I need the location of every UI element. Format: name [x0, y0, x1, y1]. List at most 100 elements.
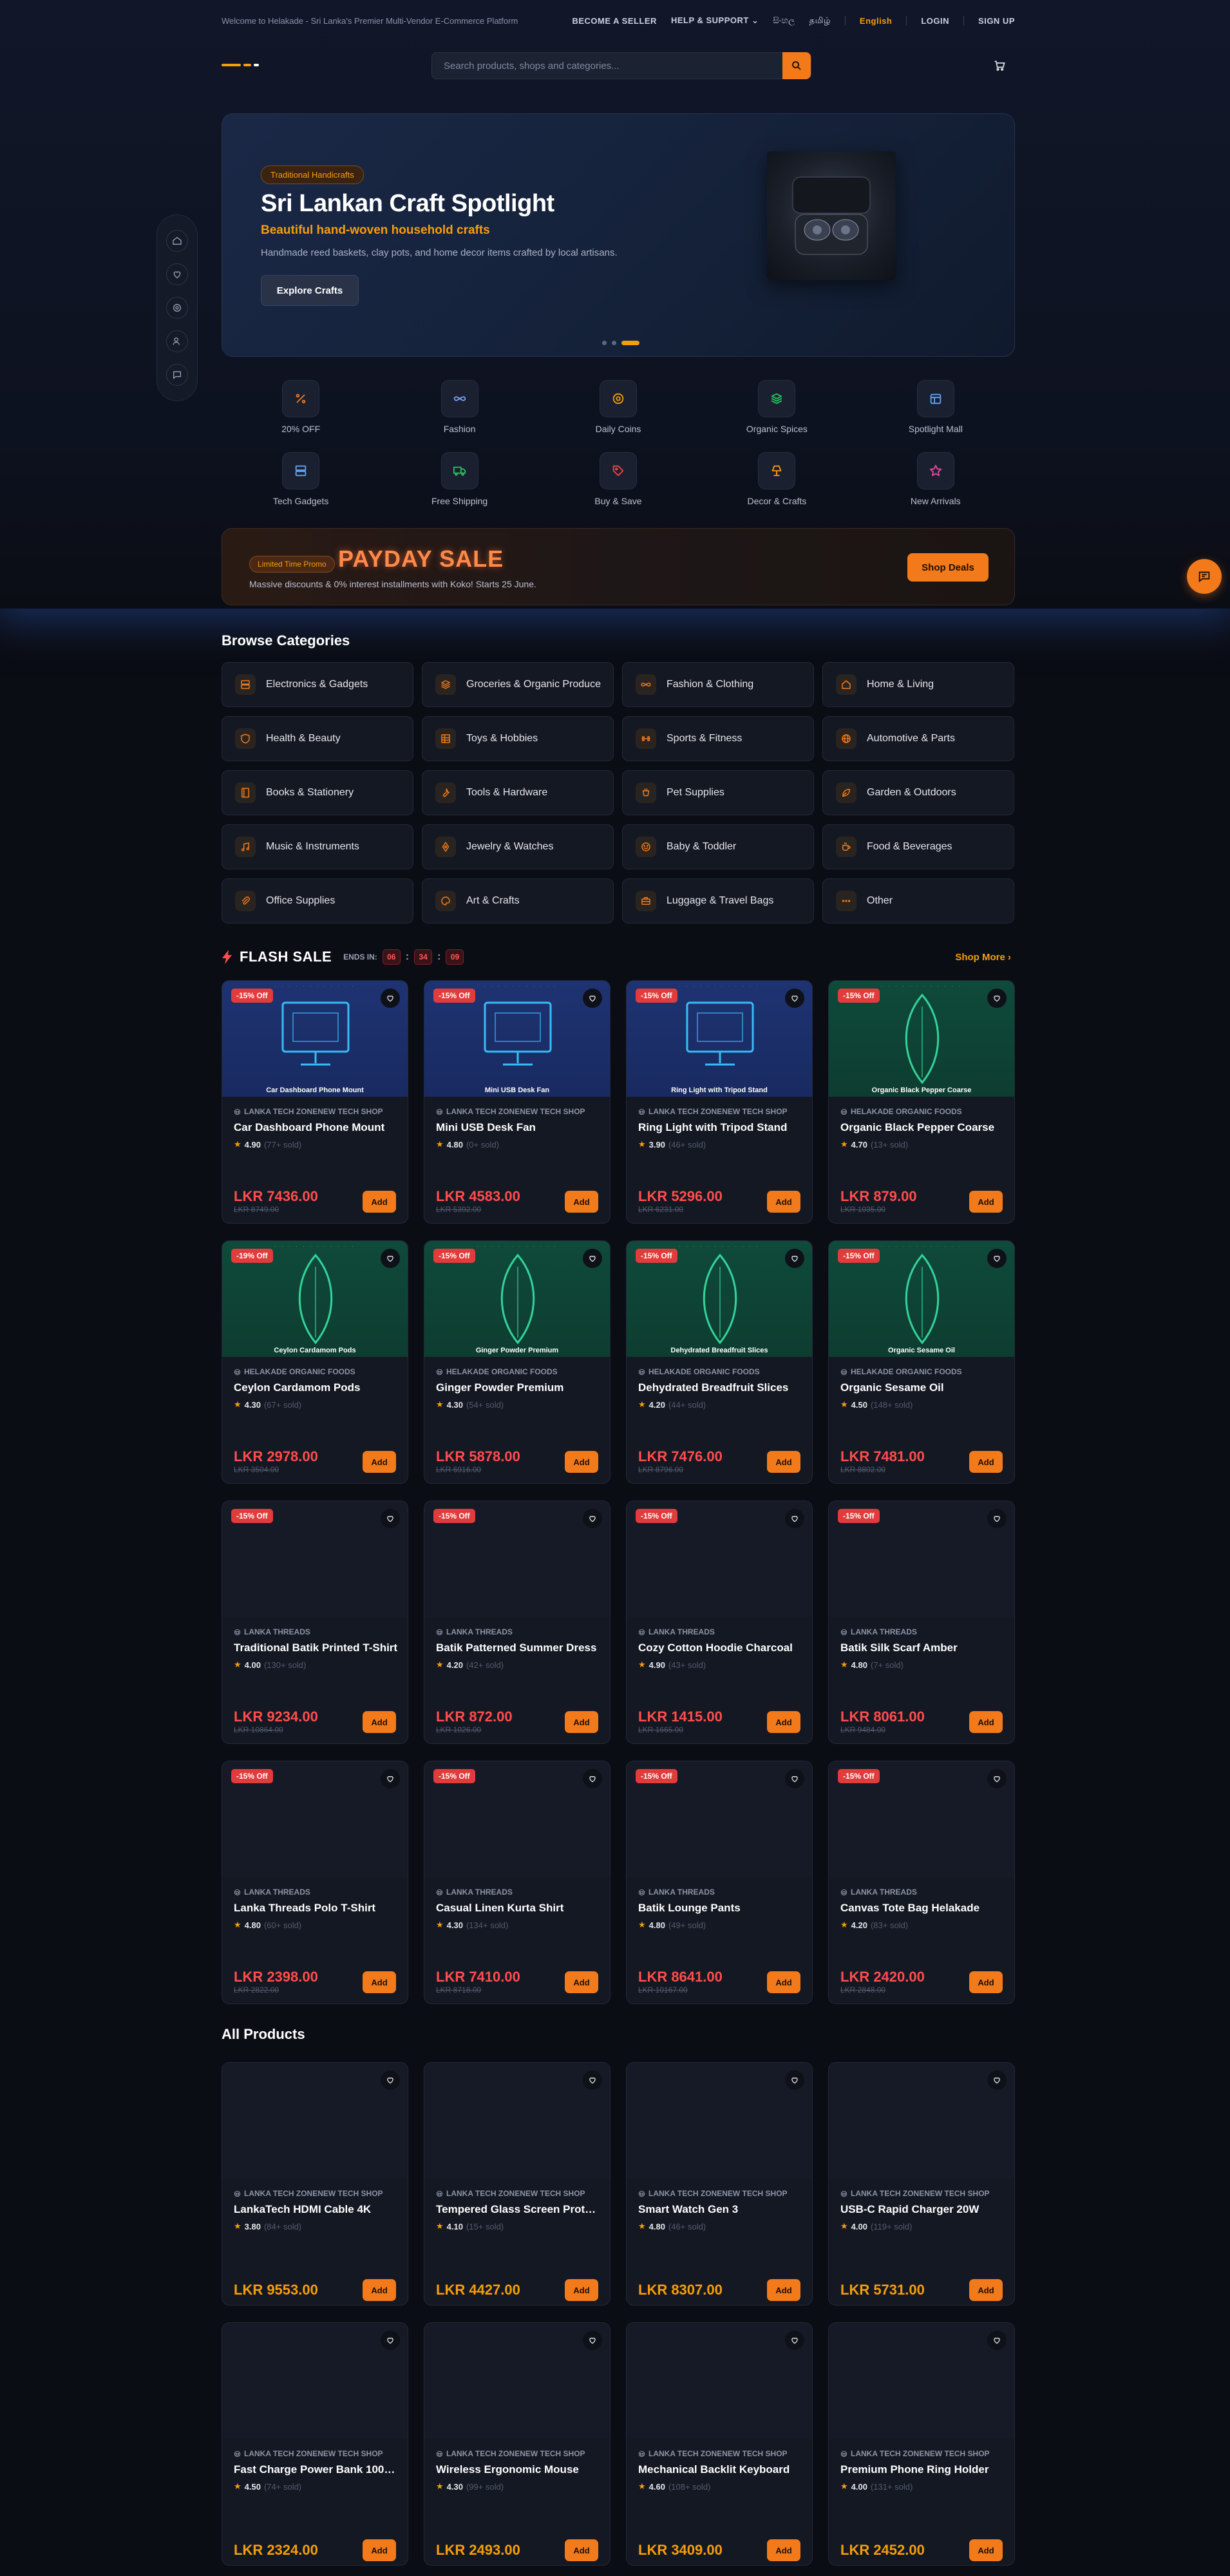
wishlist-button[interactable]: [583, 989, 602, 1008]
wishlist-button[interactable]: [381, 989, 400, 1008]
add-to-cart-button[interactable]: Add: [767, 1451, 800, 1473]
product-name[interactable]: Organic Sesame Oil: [840, 1381, 1005, 1394]
wishlist-button[interactable]: [785, 2331, 804, 2350]
search-button[interactable]: [782, 52, 811, 79]
product-image[interactable]: [829, 2323, 1014, 2439]
quick-link-free-shipping[interactable]: Free Shipping: [380, 452, 538, 509]
product-name[interactable]: Smart Watch Gen 3: [638, 2203, 803, 2216]
signup-link[interactable]: SIGN UP: [978, 16, 1015, 26]
quick-link-fashion[interactable]: Fashion: [380, 380, 538, 437]
shop-name[interactable]: LANKA TECH ZONENEW TECH SHOP: [234, 2449, 383, 2458]
add-to-cart-button[interactable]: Add: [969, 1711, 1003, 1733]
product-name[interactable]: Cozy Cotton Hoodie Charcoal: [638, 1642, 803, 1654]
add-to-cart-button[interactable]: Add: [767, 1971, 800, 1993]
shop-name[interactable]: LANKA THREADS: [638, 1888, 715, 1897]
shop-name[interactable]: LANKA TECH ZONENEW TECH SHOP: [638, 2449, 788, 2458]
carousel-dot[interactable]: [612, 341, 616, 345]
product-image[interactable]: [424, 2063, 610, 2179]
product-card[interactable]: · · · · · · · · · · · · Organic Sesame Oi…: [828, 1240, 1015, 1484]
product-card[interactable]: -15% Off LANKA THREADS Traditional Batik P…: [222, 1501, 408, 1744]
product-name[interactable]: Batik Lounge Pants: [638, 1902, 803, 1915]
product-card[interactable]: LANKA TECH ZONENEW TECH SHOP USB-C Rapid …: [828, 2062, 1015, 2306]
shop-name[interactable]: HELAKADE ORGANIC FOODS: [840, 1107, 962, 1116]
shop-name[interactable]: HELAKADE ORGANIC FOODS: [436, 1367, 558, 1376]
shop-name[interactable]: LANKA TECH ZONENEW TECH SHOP: [436, 2449, 585, 2458]
product-name[interactable]: Dehydrated Breadfruit Slices: [638, 1381, 803, 1394]
wishlist-button[interactable]: [987, 1509, 1007, 1528]
add-to-cart-button[interactable]: Add: [969, 2279, 1003, 2301]
add-to-cart-button[interactable]: Add: [363, 1451, 396, 1473]
product-card[interactable]: · · · · · · · · · · · · Car Dashboard Pho…: [222, 980, 408, 1224]
add-to-cart-button[interactable]: Add: [363, 2539, 396, 2561]
quick-link-tech-gadgets[interactable]: Tech Gadgets: [222, 452, 380, 509]
category-art-crafts[interactable]: Art & Crafts: [422, 878, 614, 923]
carousel-dot-active[interactable]: [621, 341, 639, 345]
wishlist-button[interactable]: [583, 2070, 602, 2090]
category-baby-toddler[interactable]: Baby & Toddler: [622, 824, 814, 869]
wishlist-button[interactable]: [381, 2070, 400, 2090]
add-to-cart-button[interactable]: Add: [565, 1711, 598, 1733]
product-name[interactable]: Car Dashboard Phone Mount: [234, 1121, 399, 1134]
product-card[interactable]: -15% Off LANKA THREADS Casual Linen Kurta …: [424, 1761, 610, 2004]
shop-name[interactable]: HELAKADE ORGANIC FOODS: [234, 1367, 355, 1376]
wishlist-button[interactable]: [381, 2331, 400, 2350]
category-food-beverages[interactable]: Food & Beverages: [822, 824, 1014, 869]
shop-name[interactable]: LANKA TECH ZONENEW TECH SHOP: [840, 2449, 990, 2458]
quick-link-new-arrivals[interactable]: New Arrivals: [856, 452, 1015, 509]
category-music-instruments[interactable]: Music & Instruments: [222, 824, 413, 869]
add-to-cart-button[interactable]: Add: [565, 1191, 598, 1213]
wishlist-button[interactable]: [381, 1769, 400, 1788]
side-wishlist-button[interactable]: [166, 263, 188, 285]
product-card[interactable]: · · · · · · · · · · · · Mini USB Desk Fan…: [424, 980, 610, 1224]
add-to-cart-button[interactable]: Add: [969, 1971, 1003, 1993]
explore-crafts-button[interactable]: Explore Crafts: [261, 275, 359, 306]
product-image[interactable]: [222, 2323, 408, 2439]
product-image[interactable]: [627, 2063, 812, 2179]
shop-name[interactable]: HELAKADE ORGANIC FOODS: [638, 1367, 760, 1376]
quick-link-spotlight-mall[interactable]: Spotlight Mall: [856, 380, 1015, 437]
category-luggage-travel-bags[interactable]: Luggage & Travel Bags: [622, 878, 814, 923]
product-name[interactable]: Tempered Glass Screen Protector: [436, 2203, 601, 2216]
category-fashion-clothing[interactable]: Fashion & Clothing: [622, 662, 814, 707]
wishlist-button[interactable]: [583, 1769, 602, 1788]
lang-sinhala[interactable]: සිංහල: [773, 15, 795, 26]
wishlist-button[interactable]: [785, 989, 804, 1008]
help-support-dropdown[interactable]: HELP & SUPPORT ⌄: [671, 15, 759, 26]
become-seller-link[interactable]: BECOME A SELLER: [572, 16, 657, 26]
product-name[interactable]: Ceylon Cardamom Pods: [234, 1381, 399, 1394]
product-name[interactable]: LankaTech HDMI Cable 4K: [234, 2203, 399, 2216]
product-card[interactable]: -15% Off LANKA THREADS Batik Lounge Pants ★…: [626, 1761, 813, 2004]
shop-name[interactable]: LANKA TECH ZONENEW TECH SHOP: [436, 2189, 585, 2198]
side-home-button[interactable]: [166, 230, 188, 252]
product-name[interactable]: Mechanical Backlit Keyboard: [638, 2463, 803, 2476]
product-card[interactable]: -15% Off LANKA THREADS Batik Patterned Sum…: [424, 1501, 610, 1744]
product-card[interactable]: · · · · · · · · · · · · Ceylon Cardamom P…: [222, 1240, 408, 1484]
product-name[interactable]: Wireless Ergonomic Mouse: [436, 2463, 601, 2476]
product-name[interactable]: Lanka Threads Polo T-Shirt: [234, 1902, 399, 1915]
product-card[interactable]: · · · · · · · · · · · · Ginger Powder Pre…: [424, 1240, 610, 1484]
quick-link-20-off[interactable]: 20% OFF: [222, 380, 380, 437]
add-to-cart-button[interactable]: Add: [767, 2279, 800, 2301]
product-card[interactable]: · · · · · · · · · · · · Dehydrated Breadf…: [626, 1240, 813, 1484]
product-card[interactable]: -15% Off LANKA THREADS Batik Silk Scarf Am…: [828, 1501, 1015, 1744]
add-to-cart-button[interactable]: Add: [363, 1191, 396, 1213]
product-name[interactable]: Traditional Batik Printed T-Shirt: [234, 1642, 399, 1654]
category-electronics-gadgets[interactable]: Electronics & Gadgets: [222, 662, 413, 707]
search-input[interactable]: [432, 60, 782, 71]
category-books-stationery[interactable]: Books & Stationery: [222, 770, 413, 815]
add-to-cart-button[interactable]: Add: [767, 1711, 800, 1733]
shop-name[interactable]: LANKA THREADS: [234, 1627, 310, 1636]
quick-link-buy-save[interactable]: Buy & Save: [539, 452, 697, 509]
product-name[interactable]: Fast Charge Power Bank 10000...: [234, 2463, 399, 2476]
product-name[interactable]: Organic Black Pepper Coarse: [840, 1121, 1005, 1134]
category-home-living[interactable]: Home & Living: [822, 662, 1014, 707]
side-account-button[interactable]: [166, 330, 188, 352]
product-name[interactable]: Ginger Powder Premium: [436, 1381, 601, 1394]
category-garden-outdoors[interactable]: Garden & Outdoors: [822, 770, 1014, 815]
side-coins-button[interactable]: [166, 297, 188, 319]
add-to-cart-button[interactable]: Add: [565, 2539, 598, 2561]
add-to-cart-button[interactable]: Add: [767, 2539, 800, 2561]
shop-name[interactable]: LANKA TECH ZONENEW TECH SHOP: [234, 2189, 383, 2198]
logo[interactable]: [222, 55, 286, 75]
category-office-supplies[interactable]: Office Supplies: [222, 878, 413, 923]
